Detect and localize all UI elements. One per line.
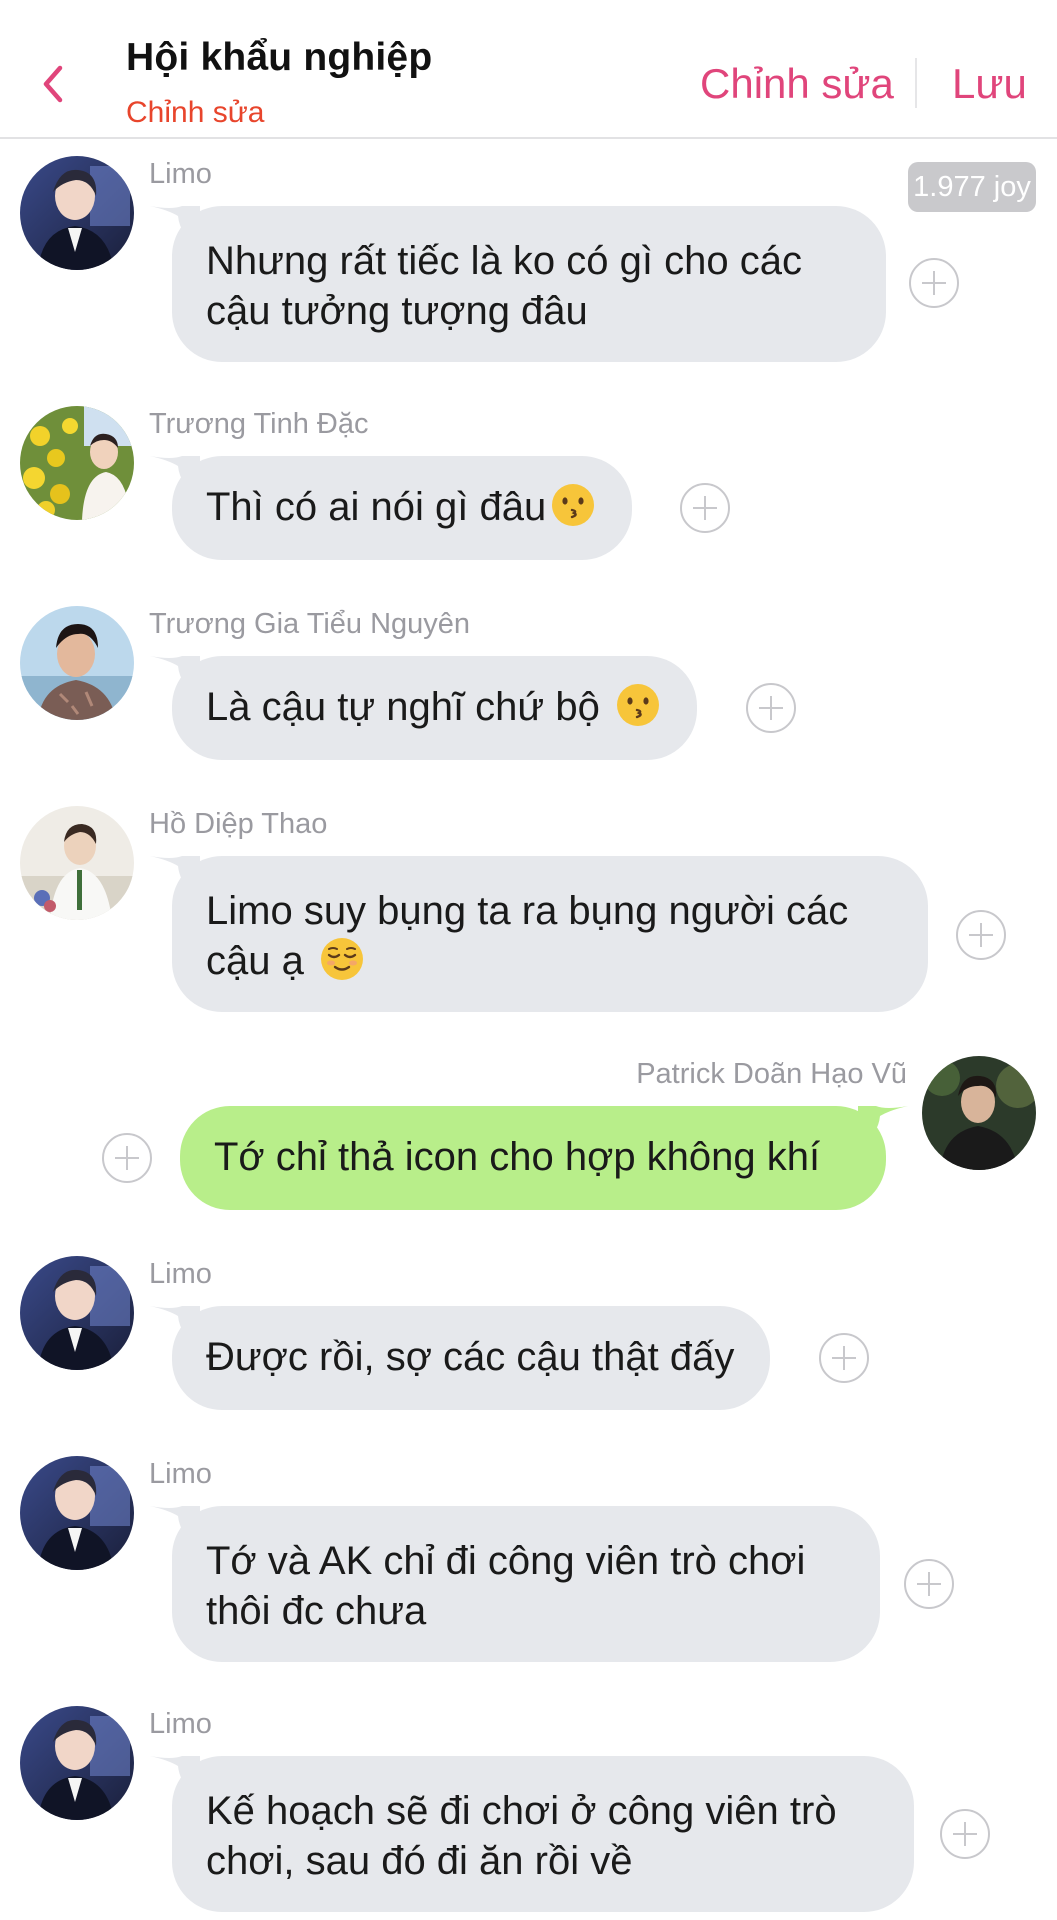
save-button[interactable]: Lưu — [952, 60, 1027, 108]
sender-name: Limo — [149, 1258, 212, 1290]
message-bubble[interactable]: Là cậu tự nghĩ chứ bộ — [150, 656, 697, 760]
message-text: Tớ chỉ thả icon cho hợp không khí — [214, 1135, 821, 1179]
avatar-truong-tinh-dac[interactable] — [20, 406, 134, 520]
avatar-truong-gia-tieu-nguyen[interactable] — [20, 606, 134, 720]
sender-name: Limo — [149, 158, 212, 190]
message-text: Thì có ai nói gì đâu — [206, 485, 547, 529]
message-bubble[interactable]: Nhưng rất tiếc là ko có gì cho các cậu t… — [150, 206, 886, 362]
add-reaction-button[interactable] — [903, 1558, 955, 1610]
chat-header: Hội khẩu nghiệp Chỉnh sửa Chỉnh sửa Lưu — [0, 0, 1057, 139]
bubble-tail — [150, 1756, 200, 1796]
bubble-tail — [150, 1506, 200, 1546]
message-bubble[interactable]: Kế hoạch sẽ đi chơi ở công viên trò chơi… — [150, 1756, 914, 1912]
message-bubble[interactable]: Được rồi, sợ các cậu thật đấy — [150, 1306, 771, 1410]
message-bubble[interactable]: Thì có ai nói gì đâu — [150, 456, 633, 560]
bubble-tail — [150, 1306, 200, 1346]
avatar-limo[interactable] — [20, 1256, 134, 1370]
chat-subtitle[interactable]: Chỉnh sửa — [126, 96, 265, 130]
add-reaction-button[interactable] — [908, 257, 960, 309]
kissing-face-icon — [616, 684, 659, 726]
message-bubble[interactable]: Tớ chỉ thả icon cho hợp không khí — [180, 1106, 908, 1210]
add-reaction-button[interactable] — [939, 1808, 991, 1860]
add-reaction-button[interactable] — [679, 482, 731, 534]
avatar-patrick-doan-hao-vu[interactable] — [922, 1056, 1036, 1170]
message-text: Tớ và AK chỉ đi công viên trò chơi thôi … — [206, 1539, 806, 1633]
kissing-face-icon — [552, 484, 595, 526]
avatar-limo[interactable] — [20, 156, 134, 270]
avatar-limo[interactable] — [20, 1706, 134, 1820]
edit-button[interactable]: Chỉnh sửa — [700, 60, 894, 108]
sender-name: Trương Gia Tiểu Nguyên — [149, 608, 471, 640]
avatar-ho-diep-thao[interactable] — [20, 806, 134, 920]
bubble-tail — [150, 206, 200, 246]
message-bubble[interactable]: Tớ và AK chỉ đi công viên trò chơi thôi … — [150, 1506, 880, 1662]
avatar-limo[interactable] — [20, 1456, 134, 1570]
bubble-tail — [150, 856, 200, 896]
back-button[interactable] — [34, 54, 74, 114]
add-reaction-button[interactable] — [745, 682, 797, 734]
chevron-left-icon — [43, 65, 63, 103]
bubble-tail — [858, 1106, 908, 1146]
message-text: Kế hoạch sẽ đi chơi ở công viên trò chơi… — [206, 1789, 837, 1883]
add-reaction-button[interactable] — [101, 1132, 153, 1184]
sender-name: Limo — [149, 1458, 212, 1490]
sender-name: Limo — [149, 1708, 212, 1740]
relieved-face-icon — [320, 938, 363, 980]
sender-name: Patrick Doãn Hạo Vũ — [636, 1058, 907, 1090]
add-reaction-button[interactable] — [818, 1332, 870, 1384]
sender-name: Trương Tinh Đặc — [149, 408, 369, 440]
header-divider — [915, 58, 917, 108]
message-text: Là cậu tự nghĩ chứ bộ — [206, 685, 611, 729]
message-text: Limo suy bụng ta ra bụng người các cậu ạ — [206, 889, 860, 983]
joy-badge: 1.977 joy — [908, 162, 1036, 212]
bubble-tail — [150, 456, 200, 496]
chat-title: Hội khẩu nghiệp — [126, 36, 433, 79]
bubble-tail — [150, 656, 200, 696]
message-text: Nhưng rất tiếc là ko có gì cho các cậu t… — [206, 239, 802, 333]
sender-name: Hồ Diệp Thao — [149, 808, 328, 840]
add-reaction-button[interactable] — [955, 909, 1007, 961]
message-bubble[interactable]: Limo suy bụng ta ra bụng người các cậu ạ — [150, 856, 928, 1012]
message-text: Được rồi, sợ các cậu thật đấy — [206, 1335, 735, 1379]
